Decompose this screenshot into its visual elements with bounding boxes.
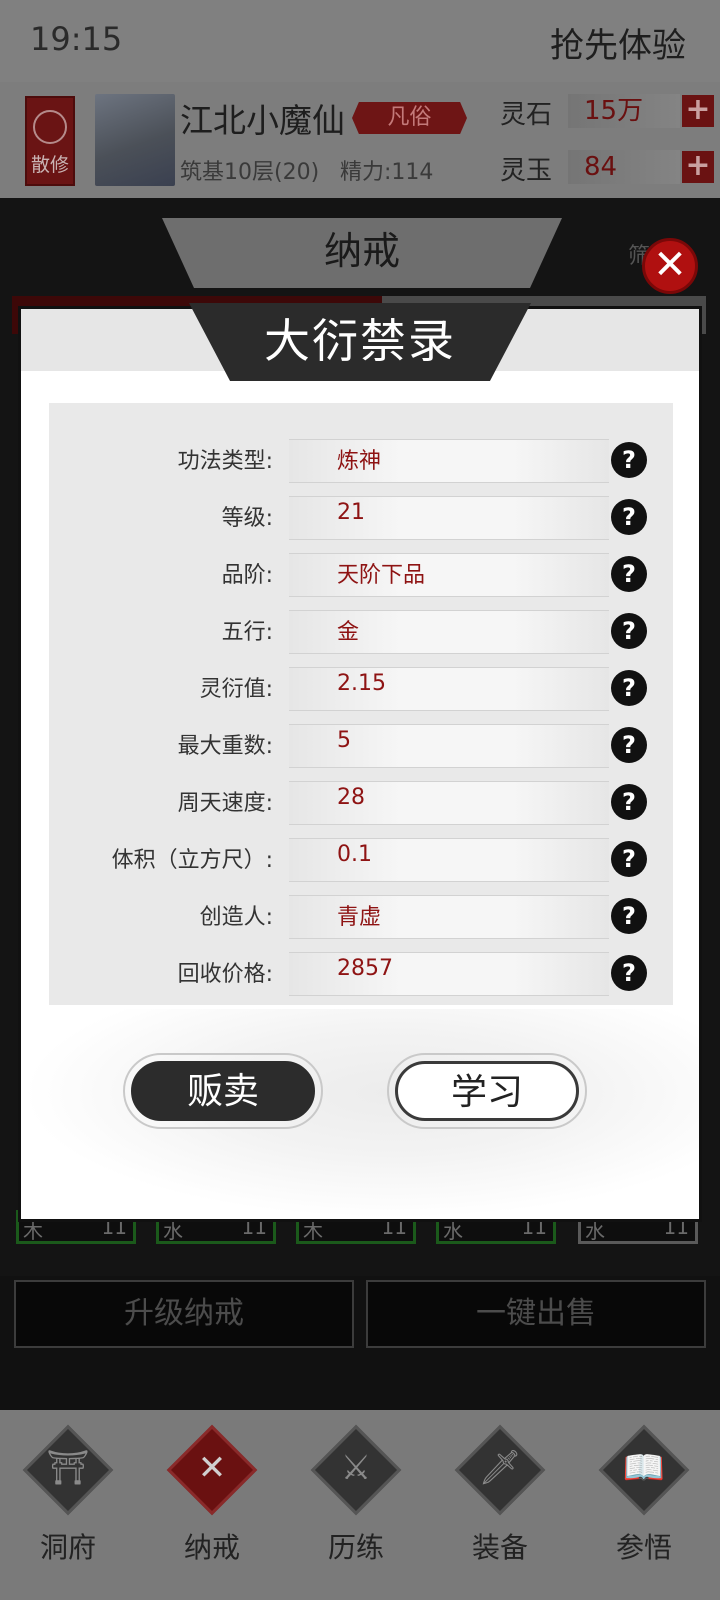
dagger-icon: 🗡 — [478, 1448, 522, 1488]
attribute-row: 五行: 金 ? — [49, 604, 673, 661]
attribute-value: 5 — [337, 728, 351, 753]
attribute-label: 灵衍值: — [199, 677, 273, 702]
ring-icon: ✕ — [197, 1448, 227, 1488]
attribute-label: 回收价格: — [177, 962, 273, 987]
attribute-row: 功法类型: 炼神 ? — [49, 433, 673, 490]
swords-icon: ⚔ — [340, 1448, 372, 1488]
attribute-label: 最大重数: — [177, 734, 273, 759]
help-icon[interactable]: ? — [611, 556, 647, 592]
close-icon[interactable]: ✕ — [642, 238, 698, 294]
nav-ring-label: 纳戒 — [183, 1531, 240, 1564]
technique-detail-modal: 大衍禁录 功法类型: 炼神 ? 等级: 21 ? 品阶: 天阶下品 ? 五行: … — [18, 303, 702, 1222]
cave-icon: ⛩ — [46, 1448, 90, 1488]
clock: 19:15 — [30, 20, 123, 58]
nav-training[interactable]: ⚔ 历练 — [296, 1424, 416, 1590]
add-spirit-jade-button[interactable]: + — [682, 151, 714, 183]
mountain-mist-background — [21, 1009, 699, 1219]
learn-button[interactable]: 学习 — [395, 1061, 579, 1121]
player-header: 散修 江北小魔仙 凡俗 筑基10层(20) 精力:114 灵石 15万 + 灵玉… — [0, 82, 720, 198]
help-icon[interactable]: ? — [611, 442, 647, 478]
rank-badge: 凡俗 — [352, 102, 467, 134]
attribute-value: 炼神 — [337, 449, 382, 474]
attribute-value: 2.15 — [337, 671, 386, 696]
lotus-icon — [33, 110, 67, 144]
attribute-table: 功法类型: 炼神 ? 等级: 21 ? 品阶: 天阶下品 ? 五行: 金 ? 灵… — [49, 403, 673, 1005]
nav-equipment[interactable]: 🗡 装备 — [440, 1424, 560, 1590]
help-icon[interactable]: ? — [611, 727, 647, 763]
help-icon[interactable]: ? — [611, 499, 647, 535]
help-icon[interactable]: ? — [611, 841, 647, 877]
attribute-row: 周天速度: 28 ? — [49, 775, 673, 832]
nav-equipment-label: 装备 — [471, 1531, 528, 1564]
attribute-label: 品阶: — [221, 563, 273, 588]
upgrade-ring-button[interactable]: 升级纳戒 — [14, 1280, 354, 1348]
attribute-value: 金 — [337, 620, 360, 645]
attribute-label: 创造人: — [199, 905, 273, 930]
attribute-value: 21 — [337, 500, 365, 525]
attribute-value: 0.1 — [337, 842, 372, 867]
attribute-row: 创造人: 青虚 ? — [49, 889, 673, 946]
attribute-row: 品阶: 天阶下品 ? — [49, 547, 673, 604]
bottom-nav: ⛩ 洞府 ✕ 纳戒 ⚔ 历练 🗡 装备 📖 参悟 — [0, 1410, 720, 1600]
early-access-label[interactable]: 抢先体验 — [550, 18, 686, 67]
help-icon[interactable]: ? — [611, 784, 647, 820]
storage-ring-tab[interactable]: 纳戒 — [162, 218, 562, 288]
nav-insight-label: 参悟 — [615, 1531, 672, 1564]
spirit-stone-value: 15万 — [568, 94, 680, 128]
nav-cave-label: 洞府 — [39, 1531, 96, 1564]
help-icon[interactable]: ? — [611, 613, 647, 649]
attribute-value: 天阶下品 — [337, 563, 426, 588]
player-name: 江北小魔仙 — [180, 101, 345, 140]
spirit-stone-label: 灵石 — [500, 100, 553, 130]
attribute-row: 等级: 21 ? — [49, 490, 673, 547]
spirit-jade-label: 灵玉 — [500, 156, 553, 186]
attribute-label: 功法类型: — [177, 449, 273, 474]
help-icon[interactable]: ? — [611, 670, 647, 706]
attribute-label: 五行: — [221, 620, 273, 645]
attribute-value: 28 — [337, 785, 365, 810]
book-icon: 📖 — [622, 1448, 666, 1488]
nav-insight[interactable]: 📖 参悟 — [584, 1424, 704, 1590]
nav-training-label: 历练 — [327, 1531, 384, 1564]
attribute-row: 体积（立方尺）: 0.1 ? — [49, 832, 673, 889]
spirit-jade-value: 84 — [568, 150, 680, 184]
attribute-row: 回收价格: 2857 ? — [49, 946, 673, 1003]
energy-value: 精力:114 — [340, 160, 434, 185]
sell-all-button[interactable]: 一键出售 — [366, 1280, 706, 1348]
help-icon[interactable]: ? — [611, 955, 647, 991]
sell-button[interactable]: 贩卖 — [131, 1061, 315, 1121]
sect-badge-label: 散修 — [30, 154, 69, 176]
cultivation-realm: 筑基10层(20) — [180, 160, 320, 185]
attribute-row: 灵衍值: 2.15 ? — [49, 661, 673, 718]
attribute-label: 等级: — [221, 506, 273, 531]
bag-actions: 升级纳戒 一键出售 — [0, 1276, 720, 1410]
attribute-value: 2857 — [337, 956, 393, 981]
add-spirit-stone-button[interactable]: + — [682, 95, 714, 127]
attribute-label: 体积（立方尺）: — [111, 848, 273, 873]
status-bar: 19:15 抢先体验 — [0, 0, 720, 82]
modal-title: 大衍禁录 — [189, 303, 531, 381]
attribute-label: 周天速度: — [177, 791, 273, 816]
attribute-value: 青虚 — [337, 905, 382, 930]
attribute-row: 最大重数: 5 ? — [49, 718, 673, 775]
nav-cave[interactable]: ⛩ 洞府 — [8, 1424, 128, 1590]
avatar[interactable] — [95, 94, 175, 186]
help-icon[interactable]: ? — [611, 898, 647, 934]
nav-ring[interactable]: ✕ 纳戒 — [152, 1424, 272, 1590]
sect-badge[interactable]: 散修 — [25, 96, 75, 186]
